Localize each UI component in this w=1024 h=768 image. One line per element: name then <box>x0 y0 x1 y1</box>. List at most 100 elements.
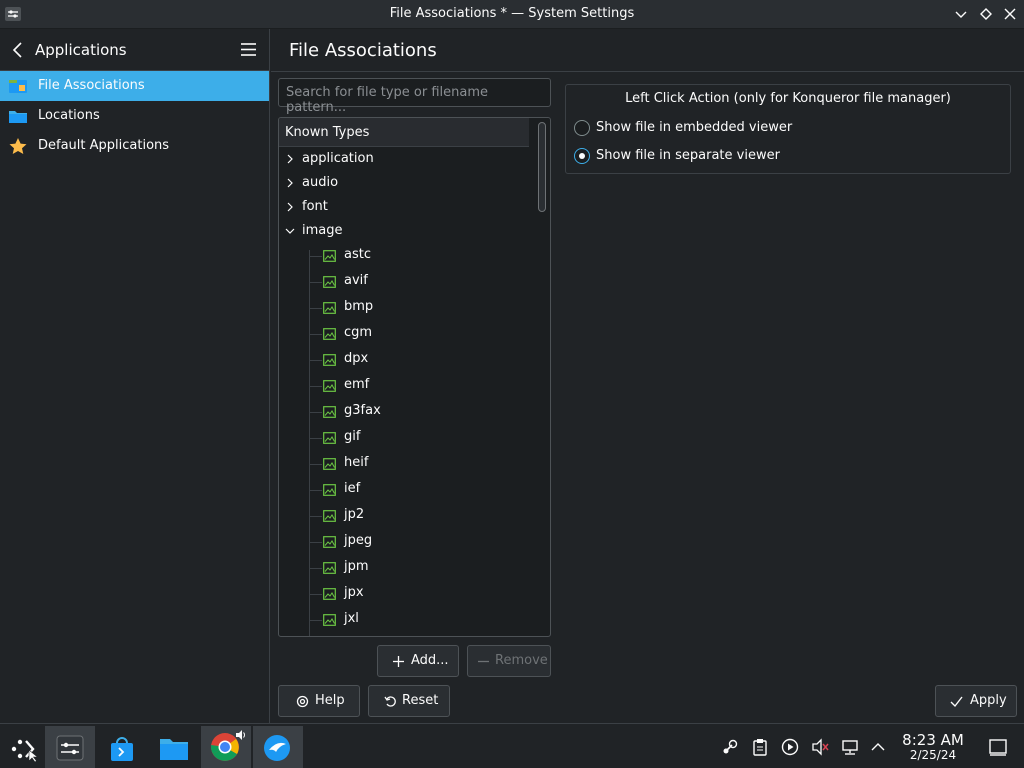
minus-icon <box>478 660 489 663</box>
tree-item-jpm[interactable]: jpm <box>279 556 529 580</box>
taskbar-discover[interactable] <box>97 726 147 768</box>
tree-branch-line <box>310 568 322 569</box>
kde-globe-icon <box>264 735 290 761</box>
taskbar-dolphin[interactable] <box>149 726 199 768</box>
tree-item-cgm[interactable]: cgm <box>279 322 529 346</box>
taskbar-chrome[interactable] <box>201 726 251 768</box>
tree-branch-line <box>310 412 322 413</box>
application-launcher-button[interactable] <box>0 726 50 768</box>
remove-label: Remove <box>495 653 548 668</box>
chevron-down-icon[interactable] <box>285 226 295 236</box>
tree-header-label: Known Types <box>285 125 370 140</box>
radio-separate-viewer[interactable] <box>574 148 590 164</box>
clock-date: 2/25/24 <box>909 748 957 762</box>
sidebar-item-file-associations[interactable]: File Associations <box>0 71 269 101</box>
digital-clock[interactable]: 8:23 AM 2/25/24 <box>896 732 970 762</box>
add-button[interactable]: Add... <box>377 645 459 677</box>
tree-item-gif[interactable]: gif <box>279 426 529 450</box>
discover-store-icon <box>111 737 133 761</box>
chevron-right-icon[interactable] <box>285 202 295 212</box>
tree-group-application[interactable]: application <box>279 148 529 172</box>
help-button[interactable]: Help <box>278 685 360 717</box>
tree-item-heif[interactable]: heif <box>279 452 529 476</box>
system-settings-icon <box>56 735 84 761</box>
search-placeholder: Search for file type or filename pattern… <box>286 85 489 115</box>
sidebar-header: Applications <box>0 29 270 71</box>
tree-item-jpx[interactable]: jpx <box>279 582 529 606</box>
tree-group-label: image <box>302 223 343 238</box>
image-file-icon <box>323 458 336 470</box>
tree-header[interactable]: Known Types <box>279 118 529 147</box>
reset-button[interactable]: Reset <box>368 685 450 717</box>
tree-item-avif[interactable]: avif <box>279 270 529 294</box>
tree-item-g3fax[interactable]: g3fax <box>279 400 529 424</box>
chevron-right-icon[interactable] <box>285 178 295 188</box>
tree-item-jp2[interactable]: jp2 <box>279 504 529 528</box>
radio-label[interactable]: Show file in embedded viewer <box>596 120 792 135</box>
sidebar-item-label: Default Applications <box>38 138 170 153</box>
title-bar: File Associations * — System Settings <box>0 0 1024 29</box>
tree-item-jxl[interactable]: jxl <box>279 608 529 632</box>
tree-item-label: gif <box>344 429 361 444</box>
sidebar-item-locations[interactable]: Locations <box>0 101 269 131</box>
close-icon[interactable] <box>1002 6 1018 22</box>
tree-item-label: jpm <box>344 559 369 574</box>
tree-item-label: ief <box>344 481 361 496</box>
group-title: Left Click Action (only for Konqueror fi… <box>625 91 951 106</box>
media-play-icon[interactable] <box>781 738 799 756</box>
radio-embedded-viewer[interactable] <box>574 120 590 136</box>
sidebar-item-label: File Associations <box>38 78 145 93</box>
show-desktop-icon[interactable] <box>988 737 1008 757</box>
folder-icon <box>160 739 188 760</box>
tree-group-font[interactable]: font <box>279 196 529 220</box>
checkmark-icon <box>950 696 963 708</box>
radio-label[interactable]: Show file in separate viewer <box>596 148 780 163</box>
tree-item-jpeg[interactable]: jpeg <box>279 530 529 554</box>
remove-button[interactable]: Remove <box>467 645 551 677</box>
image-file-icon <box>323 276 336 288</box>
hamburger-menu-icon[interactable] <box>240 42 257 57</box>
apply-button[interactable]: Apply <box>935 685 1017 717</box>
chevron-up-icon[interactable] <box>869 738 887 756</box>
file-associations-icon <box>9 80 27 93</box>
minimize-icon[interactable] <box>953 6 969 22</box>
main-content: File Associations Search for file type o… <box>271 29 1024 723</box>
image-file-icon <box>323 380 336 392</box>
help-label: Help <box>315 693 345 708</box>
folder-icon <box>9 111 27 123</box>
tree-group-label: audio <box>302 175 339 190</box>
tree-branch-line <box>310 490 322 491</box>
maximize-icon[interactable] <box>978 6 994 22</box>
tree-scrollbar[interactable] <box>538 122 546 212</box>
header-divider <box>271 71 1024 72</box>
add-label: Add... <box>411 653 449 668</box>
search-input[interactable]: Search for file type or filename pattern… <box>278 78 551 115</box>
sidebar-item-default-applications[interactable]: Default Applications <box>0 131 269 161</box>
back-arrow-icon[interactable] <box>10 41 26 59</box>
tree-branch-line <box>310 438 322 439</box>
tree-item-emf[interactable]: emf <box>279 374 529 398</box>
tree-item-label: astc <box>344 247 371 262</box>
network-wired-icon[interactable] <box>841 738 859 756</box>
taskbar-kde-connect[interactable] <box>253 726 303 768</box>
tree-item-astc[interactable]: astc <box>279 244 529 268</box>
tree-branch-line <box>310 594 322 595</box>
volume-muted-icon[interactable] <box>811 738 829 756</box>
image-file-icon <box>323 484 336 496</box>
steam-tray-icon[interactable] <box>721 738 739 756</box>
tree-item-dpx[interactable]: dpx <box>279 348 529 372</box>
known-types-tree[interactable]: Known Types application audio font image… <box>278 117 551 637</box>
tree-group-audio[interactable]: audio <box>279 172 529 196</box>
taskbar-system-settings[interactable] <box>45 726 95 768</box>
image-file-icon <box>323 510 336 522</box>
tree-group-image[interactable]: image <box>279 220 529 244</box>
image-file-icon <box>323 432 336 444</box>
tree-branch-line <box>310 620 322 621</box>
image-file-icon <box>323 614 336 626</box>
audio-playing-icon <box>236 730 246 740</box>
back-label[interactable]: Applications <box>35 41 127 59</box>
clipboard-icon[interactable] <box>751 738 769 756</box>
tree-item-bmp[interactable]: bmp <box>279 296 529 320</box>
chevron-right-icon[interactable] <box>285 154 295 164</box>
tree-item-ief[interactable]: ief <box>279 478 529 502</box>
